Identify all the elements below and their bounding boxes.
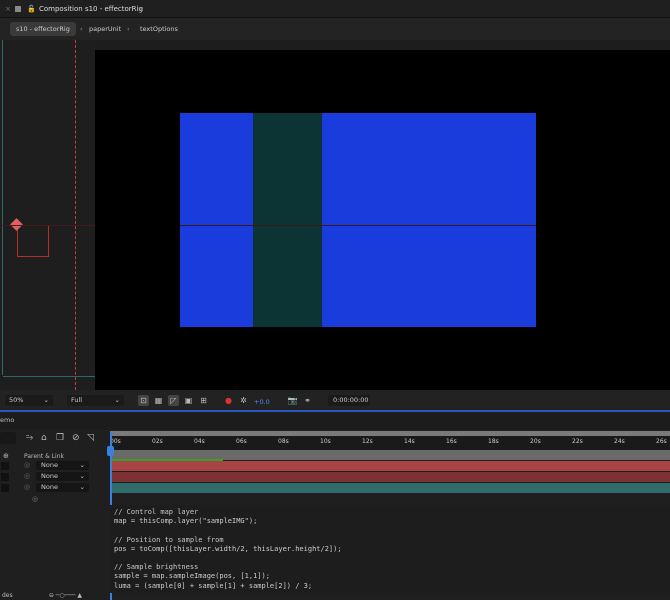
layer-visibility-toggle[interactable] (1, 484, 9, 492)
parent-value: None (41, 483, 58, 491)
parent-value: None (41, 472, 58, 480)
transparency-grid-icon[interactable]: ▦ (153, 395, 164, 406)
composition-viewer[interactable] (95, 50, 670, 390)
code-line: pos = toComp([thisLayer.width/2, thisLay… (114, 544, 342, 553)
guide-line (75, 40, 76, 390)
window-title: Composition s10 - effectorRig (39, 5, 143, 13)
time-ruler[interactable]: 00s 02s 04s 06s 08s 10s 12s 14s 16s 18s 20s 22s 24s 2… (110, 436, 670, 450)
comp-flowchart-icon[interactable]: ◹ (87, 433, 94, 443)
grid-guides-icon[interactable]: ⊞ (198, 395, 209, 406)
time-ruler-tick: 12s (362, 438, 373, 445)
close-icon[interactable]: × (5, 5, 11, 13)
parent-dropdown[interactable]: None ⌄ (36, 461, 89, 470)
time-ruler-tick: 10s (320, 438, 331, 445)
show-snapshot-icon[interactable]: ⚭ (302, 395, 313, 406)
time-ruler-tick: 08s (278, 438, 289, 445)
layer-visibility-toggle[interactable] (1, 473, 9, 481)
layer-row[interactable]: ◎ None ⌄ (0, 461, 110, 471)
time-ruler-tick: 24s (614, 438, 625, 445)
label-icon: ⊕ (3, 452, 9, 460)
code-line: luma = (sample[0] + sample[1] + sample[2… (114, 581, 313, 590)
zoom-dropdown[interactable]: 50% ⌄ (5, 395, 53, 406)
breadcrumb-textoptions[interactable]: textOptions (134, 22, 184, 36)
guide-line (3, 376, 95, 377)
code-line: sample = map.sampleImage(pos, [1,1]); (114, 572, 270, 581)
bottom-toggle-bar[interactable]: des ⊖ ─○─── ▲ (0, 592, 110, 600)
channel-icon[interactable]: ● (223, 395, 234, 406)
search-input[interactable] (0, 432, 16, 444)
shy-icon[interactable]: ⥲ (26, 433, 33, 443)
fast-preview-icon[interactable]: ⊡ (138, 395, 149, 406)
pickwhip-icon[interactable]: ◎ (24, 483, 30, 491)
resolution-value: Full (71, 396, 83, 404)
code-line: map = thisComp.layer("sampleIMG"); (114, 517, 258, 526)
time-ruler-tick: 20s (530, 438, 541, 445)
blue-layer[interactable] (180, 113, 536, 327)
layer-row[interactable]: ◎ None ⌄ (0, 483, 110, 493)
time-ruler-tick: 16s (446, 438, 457, 445)
layer-duration-bar[interactable] (111, 483, 670, 493)
region-of-interest-icon[interactable]: ▣ (183, 395, 194, 406)
parent-dropdown[interactable]: None ⌄ (36, 483, 89, 492)
pickwhip-icon[interactable]: ◎ (32, 495, 38, 503)
code-comment: // Sample brightness (114, 563, 199, 572)
layer-duration-bar[interactable] (111, 461, 670, 471)
zoom-value: 50% (9, 396, 24, 404)
color-management-icon[interactable]: ✲ (238, 395, 249, 406)
pasteboard (0, 40, 95, 390)
layer-row[interactable]: ◎ None ⌄ (0, 472, 110, 482)
guide-line (2, 40, 3, 375)
panel-title-bar: × 🔓 Composition s10 - effectorRig ≡ (0, 0, 670, 18)
timeline-panel-title[interactable]: emo (0, 416, 14, 424)
lock-icon[interactable]: 🔓 (27, 5, 36, 13)
graph-editor-icon[interactable]: ⊘ (72, 433, 80, 443)
current-time-display[interactable]: 0:00:00:00 (328, 395, 370, 406)
viewer-toolbar: 50% ⌄ Full ⌄ ⊡ ▦ ◸ ▣ ⊞ ● ✲ +0.0 📷 ⚭ 0:00:0… (0, 390, 670, 410)
null-layer-bounds[interactable] (17, 225, 49, 257)
exposure-value[interactable]: +0.0 (254, 398, 270, 406)
snapshot-icon[interactable]: 📷 (287, 395, 298, 406)
motion-blur-icon[interactable]: ❐ (56, 433, 64, 443)
breadcrumb: s10 - effectorRig ‹ paperUnit ‹ textOpti… (0, 18, 670, 40)
time-ruler-tick: 18s (488, 438, 499, 445)
time-ruler-tick: 26s (656, 438, 667, 445)
panel-menu-icon[interactable]: ≡ (138, 5, 144, 13)
code-comment: // Position to sample from (114, 535, 224, 544)
playhead-handle[interactable] (107, 446, 114, 456)
parent-dropdown[interactable]: None ⌄ (36, 472, 89, 481)
time-ruler-tick: 02s (152, 438, 163, 445)
resolution-dropdown[interactable]: Full ⌄ (67, 395, 124, 406)
parent-link-column-header: Parent & Link (24, 453, 64, 460)
parent-value: None (41, 461, 58, 469)
time-ruler-tick: 22s (572, 438, 583, 445)
mask-visibility-icon[interactable]: ◸ (168, 395, 179, 406)
expression-editor[interactable]: // Control map layer map = thisComp.layer… (110, 505, 670, 593)
teal-layer[interactable] (253, 113, 322, 327)
time-ruler-tick: 06s (236, 438, 247, 445)
breadcrumb-s10-effectorrig[interactable]: s10 - effectorRig (10, 22, 76, 36)
time-ruler-tick: 04s (194, 438, 205, 445)
timeline-panel-header: emo (0, 412, 670, 430)
time-ruler-tick: 14s (404, 438, 415, 445)
layer-duration-bar[interactable] (111, 472, 670, 482)
pickwhip-icon[interactable]: ◎ (24, 461, 30, 469)
frame-blending-icon[interactable]: ⌂ (41, 433, 47, 443)
panel-color-icon (15, 6, 21, 12)
pickwhip-icon[interactable]: ◎ (24, 472, 30, 480)
layer-visibility-toggle[interactable] (1, 462, 9, 470)
guide-line (180, 225, 536, 226)
code-comment: // Control map layer (114, 508, 199, 516)
